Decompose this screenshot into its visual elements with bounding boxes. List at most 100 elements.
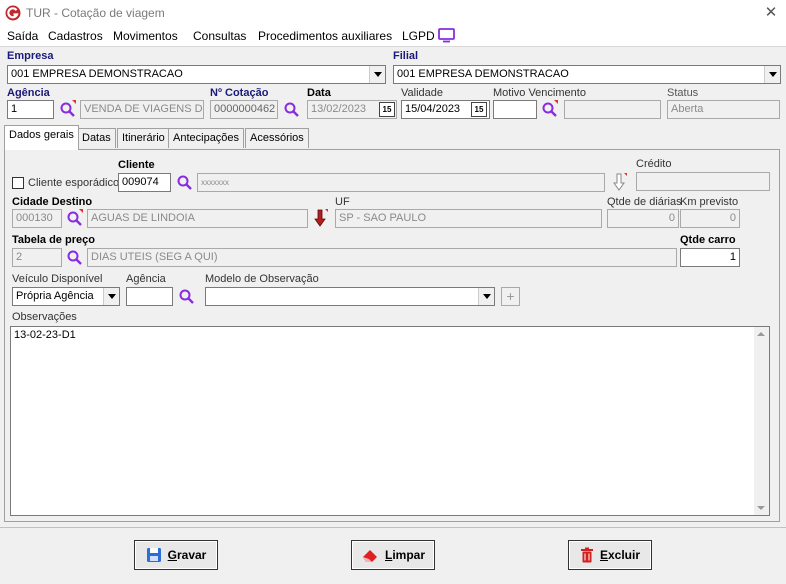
motivo-code-input[interactable] (493, 100, 537, 119)
km-previsto-label: Km previsto (680, 196, 739, 208)
cidade-code-field: 000130 (12, 209, 62, 228)
save-icon (146, 548, 161, 562)
tabela-preco-label: Tabela de preço (12, 234, 95, 246)
search-icon[interactable] (66, 209, 84, 227)
qtde-diarias-field: 0 (607, 209, 679, 228)
filial-label: Filial (393, 50, 419, 62)
search-icon[interactable] (176, 173, 194, 191)
menu-consultas[interactable]: Consultas (193, 29, 246, 43)
monitor-icon[interactable] (438, 28, 455, 43)
tab-acessorios[interactable]: Acessórios (245, 128, 309, 148)
chevron-down-icon[interactable] (103, 288, 119, 305)
search-icon[interactable] (283, 100, 301, 118)
tab-itinerario[interactable]: Itinerário (117, 128, 170, 148)
agencia-code-input[interactable]: 1 (7, 100, 54, 119)
veiculo-disponivel-select[interactable]: Própria Agência (12, 287, 120, 306)
observacoes-value: 13-02-23-D1 (14, 329, 76, 341)
search-icon[interactable] (541, 100, 559, 118)
excluir-label: Excluir (600, 548, 640, 562)
tab-dados-gerais[interactable]: Dados gerais (4, 125, 79, 150)
footer-separator (0, 527, 786, 528)
gravar-rest: ravar (176, 548, 207, 562)
veiculo-disponivel-label: Veículo Disponível (12, 273, 103, 285)
cliente-name-field: xxxxxxx (197, 173, 605, 192)
qtde-carro-label: Qtde carro (680, 234, 736, 246)
tabela-code-field: 2 (12, 248, 62, 267)
arrow-down-icon[interactable] (612, 172, 628, 192)
limpar-label: Limpar (385, 548, 425, 562)
km-previsto-field: 0 (680, 209, 740, 228)
agencia-name-field: VENDA DE VIAGENS DE (80, 100, 204, 119)
uf-label: UF (335, 196, 350, 208)
menu-saida[interactable]: Saída (7, 29, 38, 43)
data-label: Data (307, 87, 331, 99)
status-label: Status (667, 87, 699, 99)
arrow-down-icon[interactable] (313, 208, 329, 228)
menu-procedimentos-auxiliares[interactable]: Procedimentos auxiliares (258, 29, 392, 43)
excluir-rest: xcluir (608, 548, 641, 562)
tab-antecipacoes[interactable]: Antecipações (168, 128, 245, 148)
validade-label: Validade (401, 87, 443, 99)
eraser-icon (362, 550, 377, 562)
agencia-veiculo-label: Agência (126, 273, 166, 285)
tab-datas[interactable]: Datas (77, 128, 116, 148)
data-value: 13/02/2023 (311, 103, 367, 115)
motivo-vencimento-label: Motivo Vencimento (493, 87, 586, 99)
modelo-observacao-label: Modelo de Observação (205, 273, 319, 285)
veiculo-value: Própria Agência (16, 290, 94, 302)
cliente-label: Cliente (118, 159, 155, 171)
agencia-label: Agência (7, 87, 50, 99)
menu-movimentos[interactable]: Movimentos (113, 29, 178, 43)
gravar-mnemonic: G (167, 548, 177, 562)
chevron-down-icon[interactable] (478, 288, 494, 305)
gravar-label: Gravar (168, 548, 207, 562)
scroll-up-icon[interactable] (757, 332, 765, 336)
menu-cadastros[interactable]: Cadastros (48, 29, 103, 43)
chevron-down-icon[interactable] (369, 66, 385, 83)
chevron-down-icon[interactable] (764, 66, 780, 83)
cliente-esporadico-checkbox[interactable] (12, 177, 24, 189)
qtde-diarias-label: Qtde de diárias (607, 196, 682, 208)
cidade-destino-label: Cidade Destino (12, 196, 93, 208)
cliente-code-input[interactable]: 009074 (118, 173, 171, 192)
cidade-name-field: AGUAS DE LINDOIA (87, 209, 308, 228)
calendar-icon[interactable]: 15 (379, 102, 395, 117)
search-icon[interactable] (178, 287, 196, 305)
empresa-select[interactable]: 001 EMPRESA DEMONSTRACAO (7, 65, 386, 84)
observacoes-label: Observações (12, 311, 77, 323)
menu-lgpd[interactable]: LGPD (402, 29, 435, 43)
app-logo-icon (5, 5, 21, 21)
gravar-button[interactable]: Gravar (134, 540, 218, 570)
cliente-esporadico-label: Cliente esporádico (28, 177, 120, 189)
agencia-veiculo-input[interactable] (126, 287, 173, 306)
scroll-down-icon[interactable] (757, 506, 765, 510)
trash-icon (580, 547, 593, 563)
search-icon[interactable] (66, 248, 84, 266)
search-icon[interactable] (59, 100, 77, 118)
tabela-name-field: DIAS UTEIS (SEG A QUI) (87, 248, 677, 267)
validade-value: 15/04/2023 (405, 103, 461, 115)
calendar-icon[interactable]: 15 (471, 102, 487, 117)
motivo-desc-field (564, 100, 661, 119)
uf-field: SP - SAO PAULO (335, 209, 602, 228)
empresa-label: Empresa (7, 50, 54, 62)
observacoes-textarea[interactable]: 13-02-23-D1 (10, 326, 770, 516)
filial-value: 001 EMPRESA DEMONSTRACAO (397, 68, 569, 80)
window-title: TUR - Cotação de viagem (26, 6, 165, 20)
excluir-mnemonic: E (599, 548, 608, 562)
credito-field (636, 172, 770, 191)
filial-select[interactable]: 001 EMPRESA DEMONSTRACAO (393, 65, 781, 84)
add-modelo-button[interactable]: + (501, 287, 520, 306)
credito-label: Crédito (636, 158, 672, 170)
close-window-button[interactable]: ✕ (762, 4, 780, 22)
cotacao-label: Nº Cotação (210, 87, 269, 99)
modelo-observacao-select[interactable] (205, 287, 495, 306)
limpar-button[interactable]: Limpar (351, 540, 435, 570)
empresa-value: 001 EMPRESA DEMONSTRACAO (11, 68, 183, 80)
status-field: Aberta (667, 100, 780, 119)
limpar-rest: impar (392, 548, 426, 562)
observacoes-scrollbar[interactable] (754, 327, 769, 515)
cotacao-number-field: 0000000462 (210, 100, 278, 119)
excluir-button[interactable]: Excluir (568, 540, 652, 570)
qtde-carro-input[interactable]: 1 (680, 248, 740, 267)
